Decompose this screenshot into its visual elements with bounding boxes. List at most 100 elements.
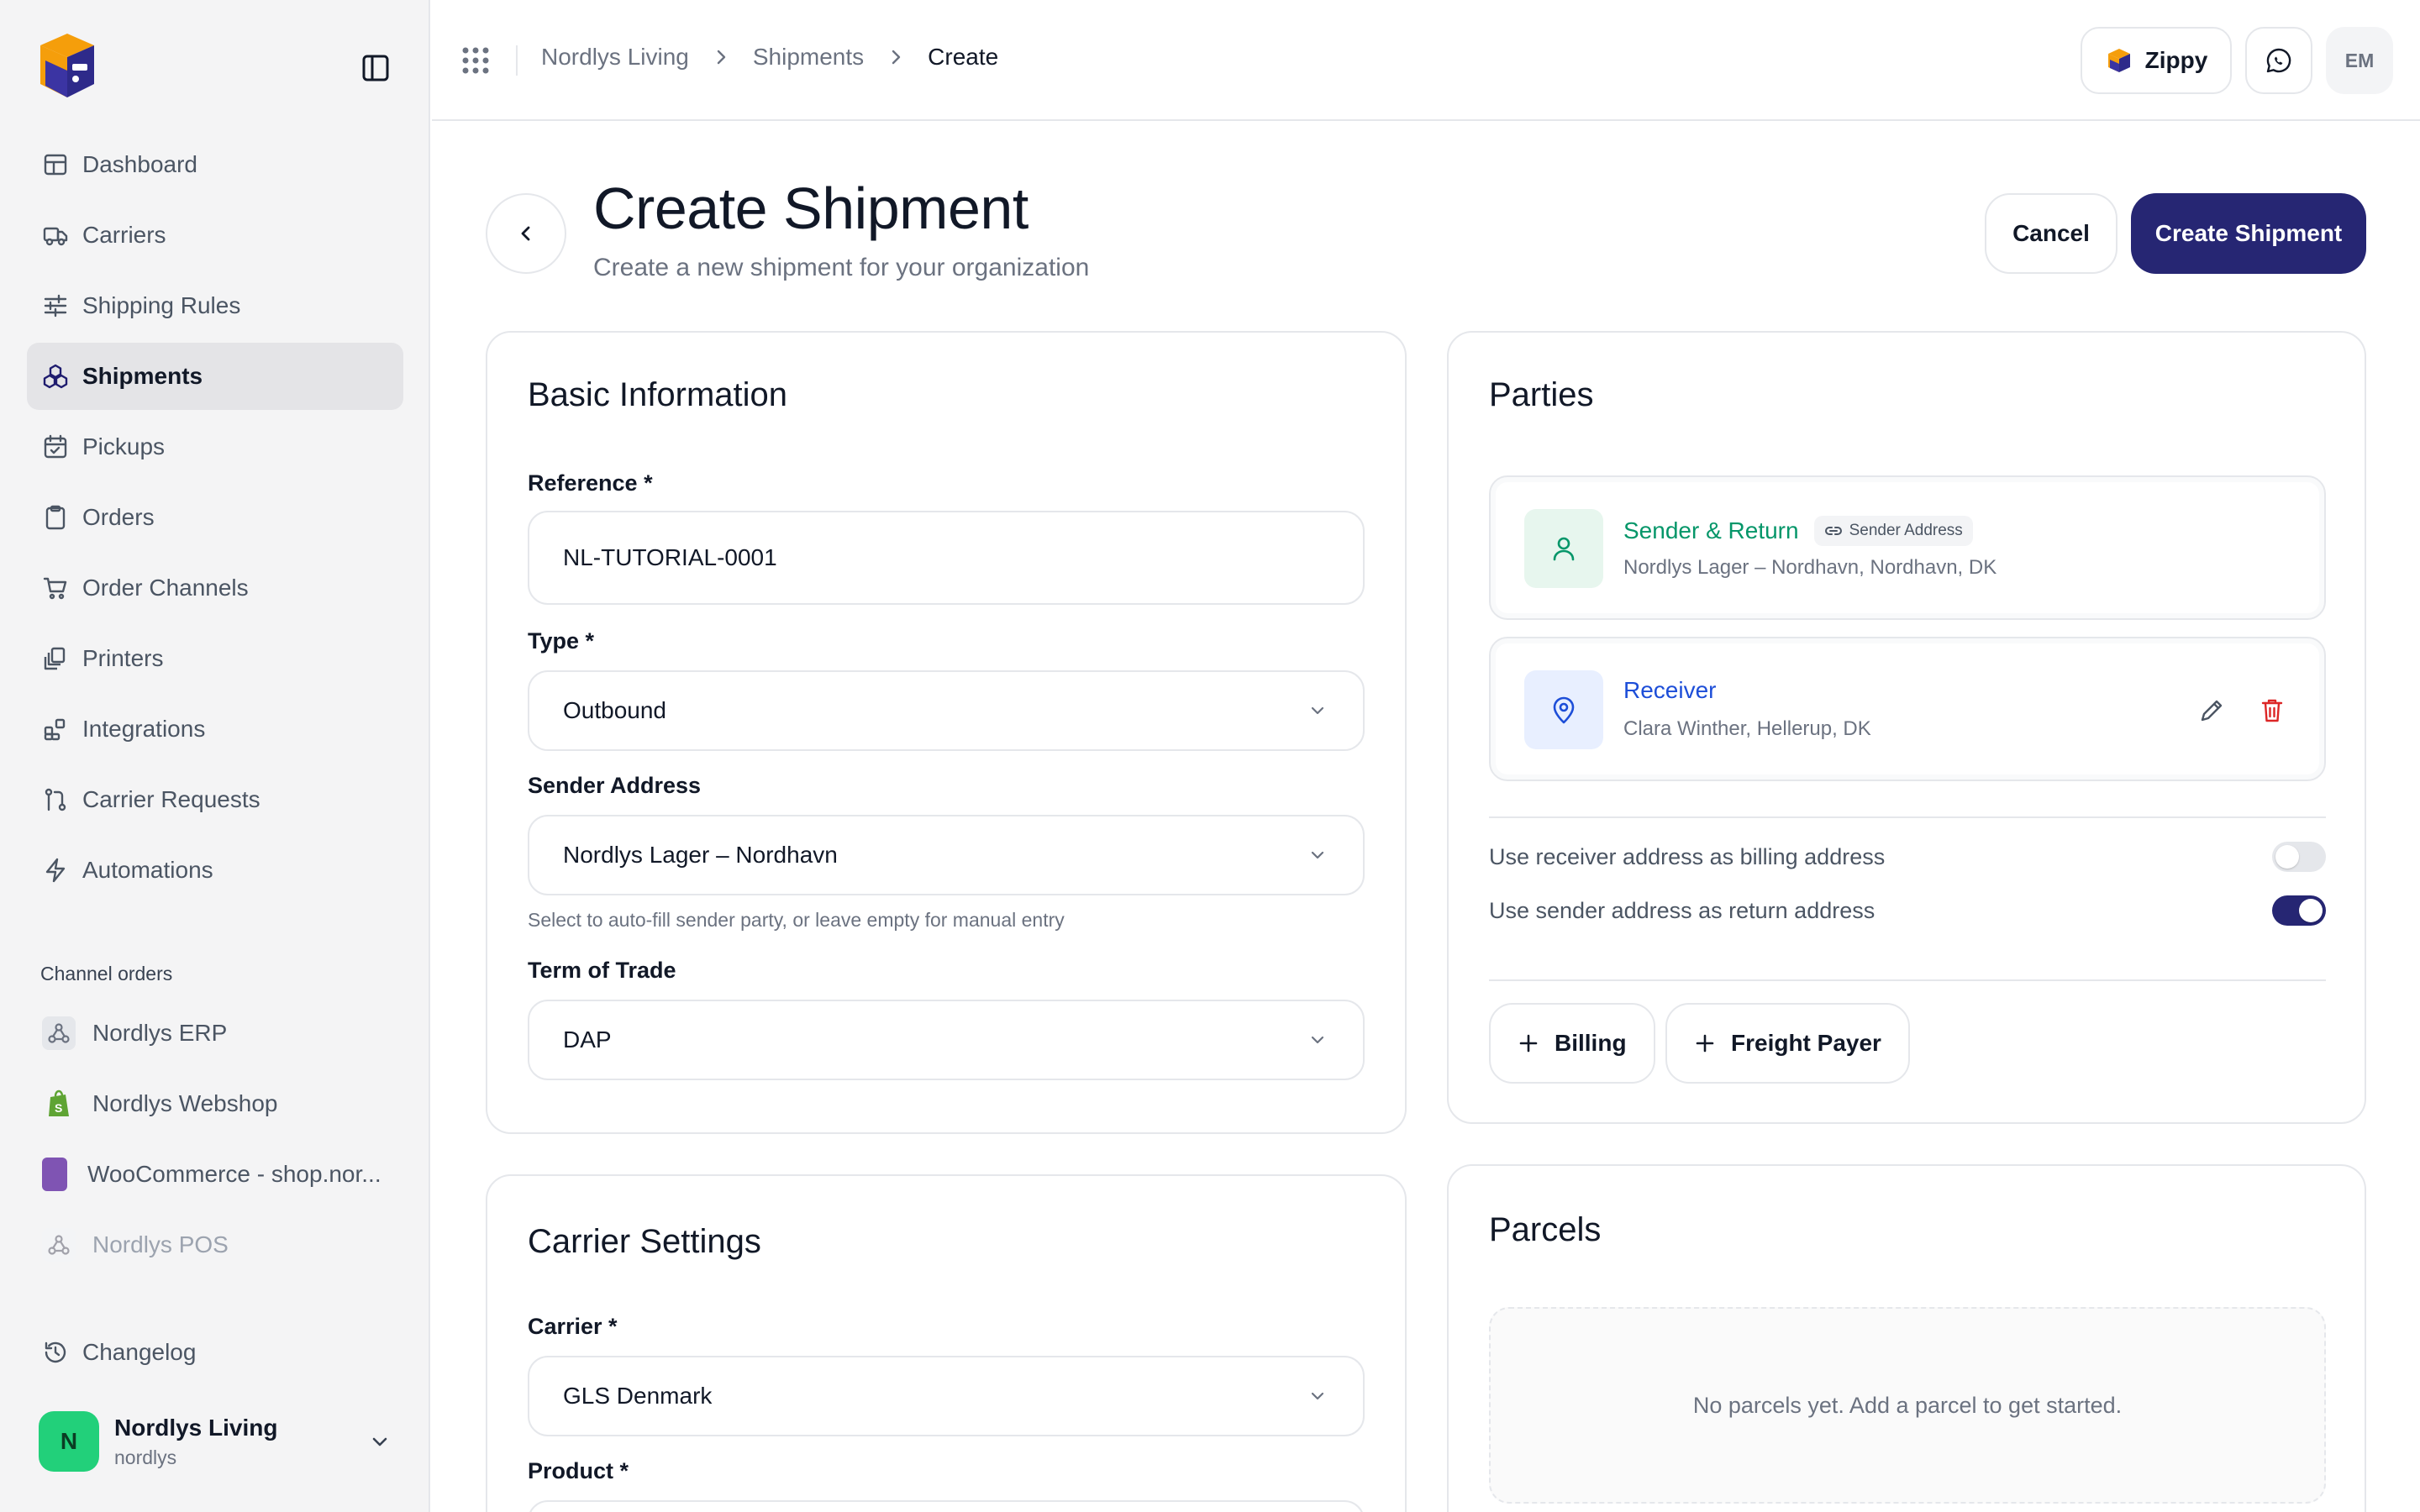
breadcrumb: Nordlys Living Shipments Create: [541, 44, 998, 71]
return-address-toggle[interactable]: [2272, 895, 2326, 926]
pull-request-icon: [45, 788, 66, 811]
collapse-sidebar-button[interactable]: [358, 52, 393, 84]
type-label: Type *: [528, 628, 595, 654]
nav-label: Order Channels: [82, 575, 249, 601]
parties-divider: [1489, 979, 2326, 981]
nav-item-shipping-rules[interactable]: Shipping Rules: [27, 272, 403, 339]
nav-label: Printers: [82, 645, 164, 671]
zippy-button[interactable]: Zippy: [2081, 27, 2232, 94]
badge-label: Sender Address: [1849, 522, 1963, 539]
carrier-label: Carrier *: [528, 1314, 618, 1339]
org-switcher[interactable]: N Nordlys Living nordlys: [39, 1408, 392, 1475]
nav-item-printers[interactable]: Printers: [27, 625, 403, 692]
card-title: Parcels: [1489, 1211, 1602, 1248]
toggle-knob: [2275, 845, 2299, 869]
plus-icon: [1519, 1034, 1538, 1053]
org-name: Nordlys Living: [114, 1414, 278, 1441]
breadcrumb-shipments[interactable]: Shipments: [753, 44, 864, 71]
delete-receiver-button[interactable]: [2255, 694, 2289, 727]
channel-item-woocommerce[interactable]: WooCommerce - shop.nor...: [27, 1139, 403, 1210]
nav-item-automations[interactable]: Automations: [27, 837, 403, 904]
billing-address-toggle[interactable]: [2272, 842, 2326, 872]
nav-item-dashboard[interactable]: Dashboard: [27, 131, 403, 198]
add-billing-button[interactable]: Billing: [1489, 1003, 1655, 1084]
nav-label: Dashboard: [82, 151, 197, 177]
org-slug: nordlys: [114, 1446, 177, 1468]
carrier-settings-card: Carrier Settings Carrier * GLS Denmark P…: [486, 1174, 1407, 1512]
receiver-party-card[interactable]: Receiver Clara Winther, Hellerup, DK: [1489, 637, 2326, 781]
nav-item-changelog[interactable]: Changelog: [27, 1319, 403, 1386]
add-freight-label: Freight Payer: [1731, 1030, 1881, 1056]
term-of-trade-select[interactable]: DAP: [528, 1000, 1365, 1080]
user-avatar[interactable]: EM: [2326, 27, 2393, 94]
add-billing-label: Billing: [1555, 1030, 1627, 1056]
nav-item-pickups[interactable]: Pickups: [27, 413, 403, 480]
topbar: Nordlys Living Shipments Create Zippy EM: [432, 0, 2420, 121]
back-button[interactable]: [486, 193, 566, 274]
term-of-trade-label: Term of Trade: [528, 958, 676, 983]
zippy-logo-icon: [2107, 49, 2130, 72]
receiver-party-title: Receiver: [1623, 677, 1717, 703]
nav-item-carrier-requests[interactable]: Carrier Requests: [27, 766, 403, 833]
parties-divider: [1489, 816, 2326, 818]
nav-item-carriers[interactable]: Carriers: [27, 202, 403, 269]
sender-address-label: Sender Address: [528, 773, 702, 798]
channel-item-nordlys-pos[interactable]: Nordlys POS: [27, 1210, 403, 1280]
chevron-down-icon: [372, 1437, 387, 1446]
return-toggle-row: Use sender address as return address: [1489, 892, 2326, 929]
type-select[interactable]: Outbound: [528, 670, 1365, 751]
type-value: Outbound: [563, 697, 666, 723]
sidebar-toggle-icon: [362, 55, 389, 81]
apps-menu-button[interactable]: [459, 44, 492, 77]
app-logo[interactable]: [29, 27, 106, 104]
cancel-button[interactable]: Cancel: [1985, 193, 2118, 274]
user-icon: [1524, 509, 1603, 588]
sender-address-badge: Sender Address: [1813, 516, 1973, 546]
chat-icon: [2266, 48, 2291, 73]
chevron-right-icon: [717, 50, 726, 65]
chevron-left-icon: [521, 226, 530, 241]
clipboard-icon: [45, 505, 66, 530]
svg-text:S: S: [55, 1101, 62, 1115]
main-nav: Dashboard Carriers Shipping Rules Shipme…: [27, 131, 403, 907]
nav-label: Shipments: [82, 363, 203, 389]
grid-icon: [462, 47, 489, 74]
parcels-empty-text: No parcels yet. Add a parcel to get star…: [1692, 1392, 2123, 1418]
add-freight-payer-button[interactable]: Freight Payer: [1665, 1003, 1910, 1084]
sender-address-select[interactable]: Nordlys Lager – Nordhavn: [528, 815, 1365, 895]
channel-label: Nordlys Webshop: [92, 1090, 278, 1116]
breadcrumb-org[interactable]: Nordlys Living: [541, 44, 689, 71]
channel-item-nordlys-webshop[interactable]: S Nordlys Webshop: [27, 1068, 403, 1139]
page-title: Create Shipment: [593, 176, 1028, 241]
sender-party-card[interactable]: Sender & Return Sender Address Nordlys L…: [1489, 475, 2326, 620]
sender-address-helper: Select to auto-fill sender party, or lea…: [528, 909, 1065, 931]
carrier-value: GLS Denmark: [563, 1383, 713, 1409]
card-title: Basic Information: [528, 376, 788, 413]
shopify-icon: S: [42, 1087, 76, 1121]
nav-label: Orders: [82, 504, 155, 530]
nav-item-integrations[interactable]: Integrations: [27, 696, 403, 763]
truck-icon: [43, 227, 68, 246]
nav-item-shipments[interactable]: Shipments: [27, 343, 403, 410]
billing-toggle-label: Use receiver address as billing address: [1489, 843, 1886, 869]
shipments-icon: [43, 364, 68, 389]
product-select[interactable]: [528, 1500, 1365, 1512]
nav-label: Pickups: [82, 433, 166, 459]
channel-item-nordlys-erp[interactable]: Nordlys ERP: [27, 998, 403, 1068]
nav-item-orders[interactable]: Orders: [27, 484, 403, 551]
chevron-right-icon: [892, 50, 901, 65]
edit-receiver-button[interactable]: [2195, 694, 2228, 727]
channel-label: Nordlys ERP: [92, 1020, 228, 1046]
nav-item-order-channels[interactable]: Order Channels: [27, 554, 403, 622]
nav-label: Integrations: [82, 716, 206, 742]
carrier-select[interactable]: GLS Denmark: [528, 1356, 1365, 1436]
channel-label: Nordlys POS: [92, 1231, 229, 1257]
create-shipment-button[interactable]: Create Shipment: [2131, 193, 2366, 274]
reference-input[interactable]: NL-TUTORIAL-0001: [528, 511, 1365, 605]
changelog-section: Changelog: [27, 1319, 403, 1389]
chat-button[interactable]: [2245, 27, 2312, 94]
woocommerce-icon: [42, 1158, 67, 1191]
nav-label: Automations: [82, 857, 213, 883]
page-subtitle: Create a new shipment for your organizat…: [593, 254, 1090, 281]
lightning-icon: [45, 858, 66, 883]
